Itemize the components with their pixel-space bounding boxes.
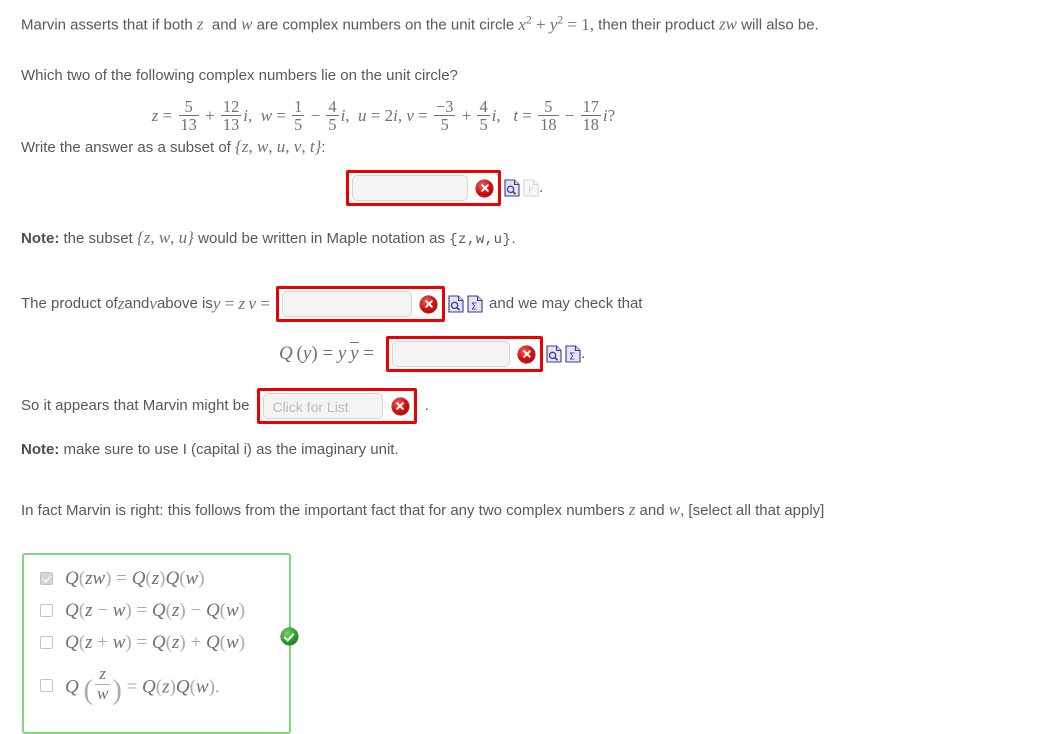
u-value: 2i xyxy=(384,106,398,126)
subset-row-trailing-dot: . xyxy=(539,179,544,197)
product-equation: y = z v = xyxy=(212,294,270,314)
frac-w-real: 15 xyxy=(292,96,305,134)
checkbox-opt-c[interactable] xyxy=(40,636,53,650)
unit-circle-equation: x2 + y2 = 1, xyxy=(518,13,594,34)
write-answer-prefix: Write the answer as a subset of xyxy=(21,139,235,157)
complex-numbers-list: z = 5 13 + 12 13 i, w = 15 − 4 5 i, u = 2i, v… xyxy=(151,96,616,134)
product-text-c: above is xyxy=(156,295,213,313)
product-var-v: v xyxy=(149,294,157,314)
note-1-text-b: would be written in Maple notation as xyxy=(193,230,450,248)
intro-text-1: Marvin asserts that if both xyxy=(21,16,197,34)
checkbox-opt-b[interactable] xyxy=(40,604,53,618)
incorrect-badge-icon xyxy=(518,345,536,363)
checkbox-label-opt-a: Q(zw) = Q(z)Q(w) xyxy=(65,568,205,590)
svg-text:Σ: Σ xyxy=(471,302,477,313)
answer-row-list: So it appears that Marvin might be Click… xyxy=(21,388,1046,425)
note-maple-notation: Note: the subset {z, w, u} would be writ… xyxy=(21,226,1046,252)
page-sigma-icon[interactable]: Σ xyxy=(467,295,483,313)
checkbox-option-row[interactable]: Q(z + w) = Q(z) + Q(w) xyxy=(40,633,271,652)
intro-text-3: are complex numbers on the unit circle xyxy=(252,16,519,34)
conclusion-text-a: In fact Marvin is right: this follows fr… xyxy=(21,502,629,520)
intro-text-5: will also be. xyxy=(737,16,819,34)
svg-text:Σ: Σ xyxy=(569,352,575,363)
conclusion-text-c: , [select all that apply] xyxy=(680,502,825,520)
norm-answer-box xyxy=(386,336,544,373)
norm-row-trailing-dot: . xyxy=(581,345,586,363)
intro-text-2: and xyxy=(207,16,242,34)
answer-row-norm: Q (y) = y y = Σ . xyxy=(21,336,1046,373)
question-text: Which two of the following complex numbe… xyxy=(21,66,458,84)
note-1-set: {z, w, u} xyxy=(136,228,194,248)
frac-t-real: 5 18 xyxy=(538,96,559,134)
checkbox-option-row[interactable]: Q (z w) = Q(z)Q(w). xyxy=(40,665,271,705)
incorrect-badge-icon xyxy=(476,179,494,197)
note-1-maple-code: {z,w,u} xyxy=(449,232,512,249)
product-text-d: and we may check that xyxy=(489,295,643,313)
conclusion-var-w: w xyxy=(668,500,681,520)
list-answer-box: Click for List xyxy=(257,388,417,425)
frac-w-imag: 45 xyxy=(326,96,339,134)
incorrect-badge-icon xyxy=(391,397,409,415)
product-text-a: The product of xyxy=(21,295,118,313)
green-check-badge-icon xyxy=(281,628,298,646)
page-magnifier-icon[interactable] xyxy=(448,295,464,313)
page-sigma-icon[interactable]: Σ xyxy=(565,345,581,363)
answer-row-product: The product of z and v above is y = z v … xyxy=(21,286,1046,323)
frac-z-imag: 12 13 xyxy=(220,96,242,134)
incorrect-badge-icon xyxy=(420,295,438,313)
product-answer-box xyxy=(275,286,446,323)
product-text-b: and xyxy=(124,295,150,313)
norm-equation: Q (y) = y y = xyxy=(279,342,375,365)
checkbox-option-row[interactable]: Q(z − w) = Q(z) − Q(w) xyxy=(40,601,271,620)
page-magnifier-icon[interactable] xyxy=(504,179,520,197)
intro-var-z: z xyxy=(196,14,204,34)
list-row-trailing-dot: . xyxy=(424,397,429,415)
checkbox-opt-a[interactable] xyxy=(40,572,53,586)
page-p-icon-disabled: P xyxy=(523,179,539,197)
appears-text: So it appears that Marvin might be xyxy=(21,397,250,415)
checkbox-opt-d[interactable] xyxy=(40,678,53,692)
page-magnifier-icon[interactable] xyxy=(546,345,562,363)
intro-paragraph: Marvin asserts that if both z and w are … xyxy=(21,8,856,38)
subset-answer-input[interactable] xyxy=(352,175,468,202)
frac-t-imag: 17 18 xyxy=(580,96,601,134)
intro-var-zw: zw xyxy=(719,14,738,34)
note-1-label: Note: xyxy=(21,230,60,248)
conclusion-paragraph: In fact Marvin is right: this follows fr… xyxy=(21,498,841,523)
checkbox-label-opt-b: Q(z − w) = Q(z) − Q(w) xyxy=(65,600,246,622)
note-1-text-a: the subset xyxy=(59,230,137,248)
note-imaginary-unit: Note: make sure to use I (capital i) as … xyxy=(21,438,1046,462)
write-answer-suffix: : xyxy=(321,139,326,157)
subset-answer-box xyxy=(346,170,502,207)
norm-answer-input[interactable] xyxy=(392,341,511,368)
note-1-period: . xyxy=(511,230,516,248)
frac-v-real: −3 5 xyxy=(434,96,456,134)
checkbox-label-opt-c: Q(z + w) = Q(z) + Q(w) xyxy=(65,632,246,654)
intro-text-4: then their product xyxy=(593,16,720,34)
answer-set-notation: {z, w, u, v, t} xyxy=(235,137,322,157)
product-answer-input[interactable] xyxy=(281,291,412,318)
checkbox-option-row[interactable]: Q(zw) = Q(z)Q(w) xyxy=(40,569,271,588)
intro-var-w: w xyxy=(241,14,253,34)
conclusion-text-b: and xyxy=(635,502,669,520)
frac-z-real: 5 13 xyxy=(178,96,199,134)
click-for-list-field[interactable]: Click for List xyxy=(263,393,384,420)
checkbox-label-opt-d: Q (z w) = Q(z)Q(w). xyxy=(65,664,220,706)
write-answer-instruction: Write the answer as a subset of {z, w, u… xyxy=(21,135,1046,160)
product-var-z: z xyxy=(117,294,125,314)
note-2-label: Note: xyxy=(21,441,60,459)
problem-page: Marvin asserts that if both z and w are … xyxy=(0,0,1046,734)
svg-text:P: P xyxy=(528,185,533,195)
note-2-text: make sure to use I (capital i) as the im… xyxy=(59,441,399,459)
answer-row-subset: P . xyxy=(21,170,1046,207)
frac-v-imag: 45 xyxy=(477,96,490,134)
